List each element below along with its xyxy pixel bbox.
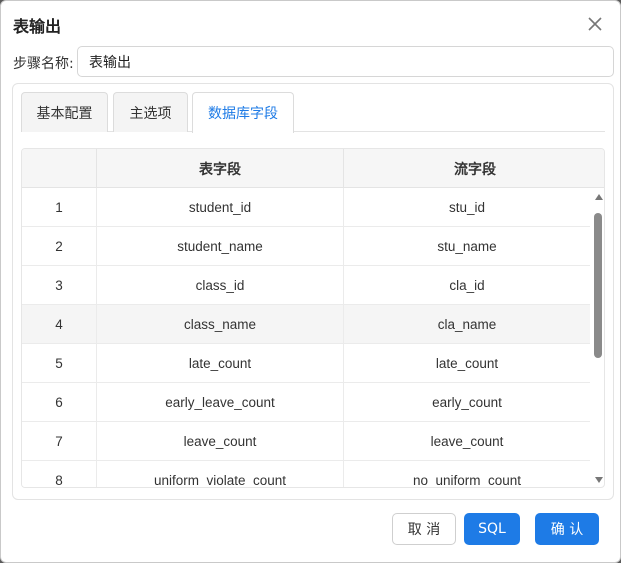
row-index-cell: 6 xyxy=(22,383,97,422)
step-name-value: 表输出 xyxy=(89,54,131,71)
stream-field-cell[interactable]: early_count xyxy=(344,383,590,422)
tab-bar: 基本配置 主选项 数据库字段 xyxy=(21,92,605,133)
tab-basic-config[interactable]: 基本配置 xyxy=(21,92,108,132)
table-field-cell[interactable]: class_id xyxy=(97,266,344,305)
confirm-button[interactable]: 确 认 xyxy=(535,513,599,545)
table-field-cell[interactable]: uniform_violate_count xyxy=(97,461,344,487)
header-index xyxy=(22,149,97,188)
step-name-input[interactable]: 表输出 xyxy=(77,46,614,77)
table-row[interactable]: 1 student_id stu_id xyxy=(22,188,590,227)
table-row[interactable]: 6 early_leave_count early_count xyxy=(22,383,590,422)
stream-field-cell[interactable]: stu_id xyxy=(344,188,590,227)
vertical-scrollbar[interactable] xyxy=(593,189,604,487)
table-field-cell[interactable]: leave_count xyxy=(97,422,344,461)
stream-field-cell[interactable]: cla_name xyxy=(344,305,590,344)
row-index-cell: 4 xyxy=(22,305,97,344)
table-header: 表字段 流字段 xyxy=(22,149,604,188)
config-panel: 基本配置 主选项 数据库字段 表字段 流字段 1 student_id stu_id… xyxy=(12,83,614,500)
stream-field-cell[interactable]: stu_name xyxy=(344,227,590,266)
close-button[interactable] xyxy=(582,11,608,37)
table-body: 1 student_id stu_id 2 student_name stu_name 3 c… xyxy=(22,188,590,487)
stream-field-cell[interactable]: no_uniform_count xyxy=(344,461,590,487)
tab-main-options[interactable]: 主选项 xyxy=(113,92,188,132)
tab-db-fields[interactable]: 数据库字段 xyxy=(192,92,294,133)
scroll-down-arrow-icon[interactable] xyxy=(595,477,603,483)
row-index-cell: 3 xyxy=(22,266,97,305)
row-index-cell: 1 xyxy=(22,188,97,227)
table-row[interactable]: 5 late_count late_count xyxy=(22,344,590,383)
table-field-cell[interactable]: early_leave_count xyxy=(97,383,344,422)
stream-field-cell[interactable]: late_count xyxy=(344,344,590,383)
row-index-cell: 7 xyxy=(22,422,97,461)
header-stream-field[interactable]: 流字段 xyxy=(344,149,604,188)
header-table-field[interactable]: 表字段 xyxy=(97,149,344,188)
table-field-cell[interactable]: student_id xyxy=(97,188,344,227)
sql-button[interactable]: SQL xyxy=(464,513,520,545)
dialog-title: 表输出 xyxy=(13,17,62,36)
stream-field-cell[interactable]: leave_count xyxy=(344,422,590,461)
table-field-cell[interactable]: student_name xyxy=(97,227,344,266)
table-field-cell[interactable]: class_name xyxy=(97,305,344,344)
table-row[interactable]: 2 student_name stu_name xyxy=(22,227,590,266)
table-row[interactable]: 3 class_id cla_id xyxy=(22,266,590,305)
table-field-cell[interactable]: late_count xyxy=(97,344,344,383)
close-icon xyxy=(588,17,602,31)
stream-field-cell[interactable]: cla_id xyxy=(344,266,590,305)
scroll-thumb[interactable] xyxy=(594,213,602,358)
cancel-button[interactable]: 取 消 xyxy=(392,513,456,545)
row-index-cell: 8 xyxy=(22,461,97,487)
table-row[interactable]: 8 uniform_violate_count no_uniform_count xyxy=(22,461,590,487)
step-name-label: 步骤名称: xyxy=(13,56,74,72)
row-index-cell: 5 xyxy=(22,344,97,383)
row-index-cell: 2 xyxy=(22,227,97,266)
table-row[interactable]: 7 leave_count leave_count xyxy=(22,422,590,461)
field-mapping-table: 表字段 流字段 1 student_id stu_id 2 student_name st… xyxy=(21,148,605,488)
scroll-up-arrow-icon[interactable] xyxy=(595,194,603,200)
table-output-dialog: 表输出 步骤名称: 表输出 基本配置 主选项 数据库字段 表字段 流字段 1st… xyxy=(0,0,621,563)
table-row[interactable]: 4 class_name cla_name xyxy=(22,305,590,344)
